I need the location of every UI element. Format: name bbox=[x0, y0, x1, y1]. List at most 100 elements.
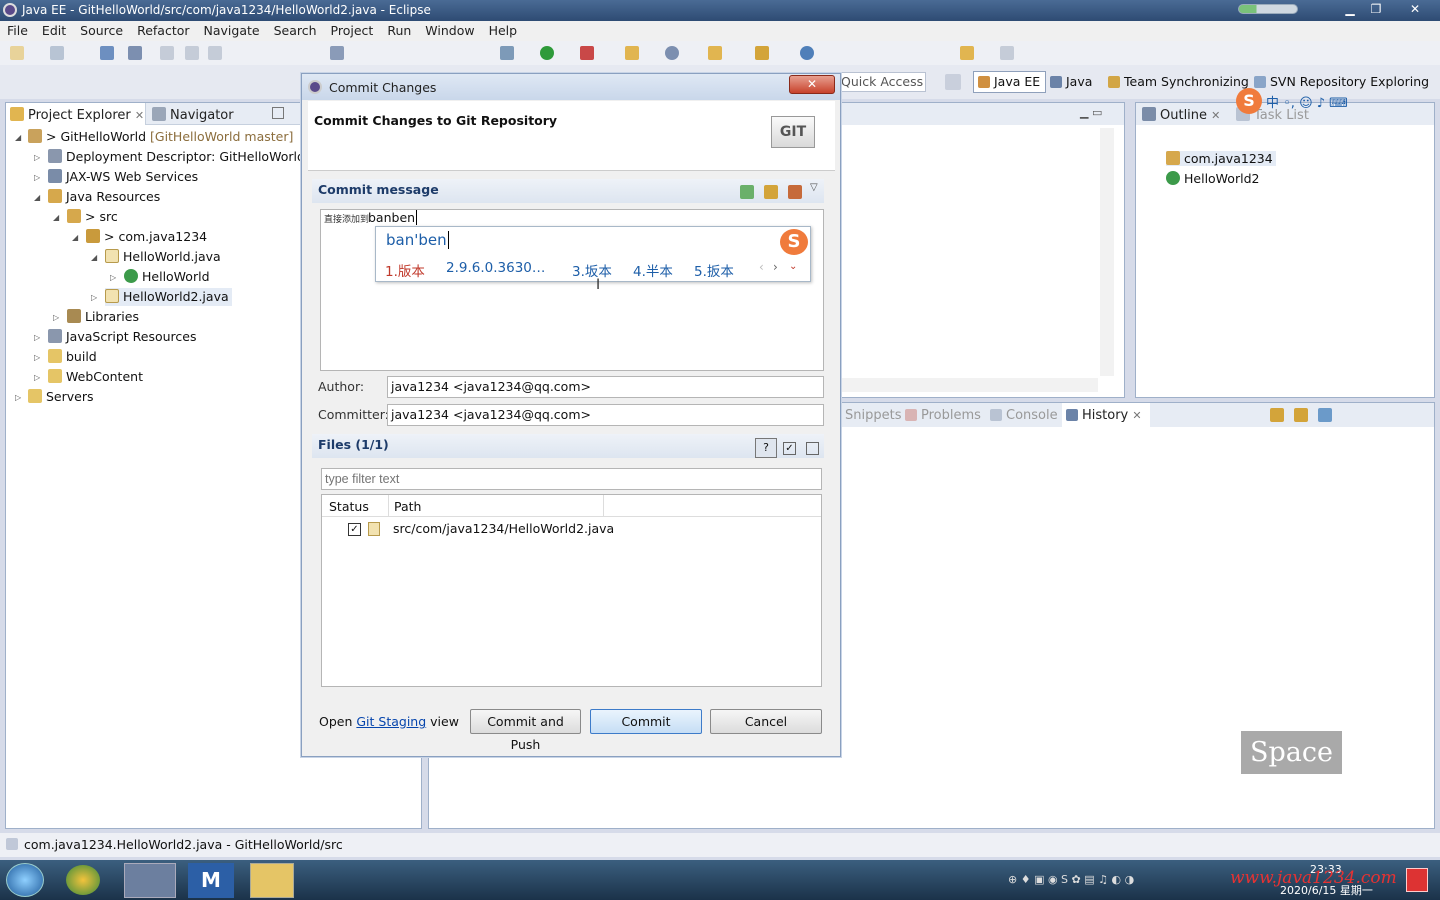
tree-item-project[interactable]: > GitHelloWorld [GitHelloWorld master] bbox=[28, 128, 293, 146]
tree-item-javascript-resources[interactable]: JavaScript Resources bbox=[48, 328, 196, 346]
menu-refactor[interactable]: Refactor bbox=[130, 21, 196, 38]
menu-search[interactable]: Search bbox=[267, 21, 324, 38]
ime-expand-icon[interactable]: ⌄ bbox=[789, 261, 797, 272]
close-tab-icon[interactable]: ✕ bbox=[1211, 109, 1220, 122]
editor-minimize-icon[interactable]: ▁ ▭ bbox=[1080, 106, 1102, 119]
close-tab-icon[interactable]: ✕ bbox=[135, 109, 144, 122]
committer-field[interactable]: java1234 <java1234@qq.com> bbox=[387, 404, 824, 426]
resume-icon[interactable] bbox=[160, 46, 174, 60]
close-tab-icon[interactable]: ✕ bbox=[1132, 409, 1141, 422]
ime-candidate-2[interactable]: 2.9.6.0.3630… bbox=[446, 260, 545, 276]
tree-item-webcontent[interactable]: WebContent bbox=[48, 368, 143, 386]
compare-icon[interactable] bbox=[1294, 408, 1308, 422]
tab-navigator[interactable]: Navigator bbox=[152, 107, 234, 123]
tab-outline[interactable]: Outline ✕ bbox=[1142, 107, 1220, 123]
ime-next-page-icon[interactable]: › bbox=[773, 260, 778, 274]
perspective-team-sync[interactable]: Team Synchronizing bbox=[1108, 74, 1249, 89]
tree-item-build[interactable]: build bbox=[48, 348, 97, 366]
show-untracked-icon[interactable]: ? bbox=[755, 438, 777, 458]
media-app-icon[interactable]: M bbox=[188, 863, 234, 898]
save-icon[interactable] bbox=[50, 46, 64, 60]
system-tray-icons[interactable]: ⊕ ♦ ▣ ◉ S ✿ ▤ ♫ ◐ ◑ bbox=[1008, 873, 1188, 887]
skip-breakpoints-icon[interactable] bbox=[128, 46, 142, 60]
editor-scrollbar[interactable] bbox=[1100, 128, 1114, 376]
file-explorer-icon[interactable] bbox=[250, 863, 294, 898]
eclipse-taskbar-icon[interactable] bbox=[124, 863, 176, 898]
sogou-ime-icon[interactable]: S bbox=[1236, 88, 1262, 114]
perspective-java-ee[interactable]: Java EE bbox=[973, 71, 1046, 93]
tree-item-package[interactable]: > com.java1234 bbox=[86, 228, 207, 246]
column-path[interactable]: Path bbox=[394, 499, 421, 514]
open-type-icon[interactable] bbox=[330, 46, 344, 60]
back-icon[interactable] bbox=[960, 46, 974, 60]
perspective-svn[interactable]: SVN Repository Exploring bbox=[1254, 74, 1429, 89]
link-editor-icon[interactable] bbox=[1270, 408, 1284, 422]
external-tools-icon[interactable] bbox=[580, 46, 594, 60]
outline-item-package[interactable]: com.java1234 bbox=[1166, 151, 1276, 166]
author-field[interactable]: java1234 <java1234@qq.com> bbox=[387, 376, 824, 398]
new-icon[interactable] bbox=[10, 46, 24, 60]
debug-icon[interactable] bbox=[500, 46, 514, 60]
menu-project[interactable]: Project bbox=[324, 21, 381, 38]
menu-window[interactable]: Window bbox=[418, 21, 481, 38]
pin-icon[interactable] bbox=[1318, 408, 1332, 422]
ime-prev-page-icon[interactable]: ‹ bbox=[759, 260, 764, 274]
git-staging-link[interactable]: Git Staging bbox=[356, 714, 426, 729]
tab-problems[interactable]: Problems bbox=[905, 408, 981, 423]
menu-source[interactable]: Source bbox=[73, 21, 130, 38]
deselect-all-icon[interactable] bbox=[806, 442, 819, 455]
section-menu-icon[interactable]: ▽ bbox=[810, 182, 818, 193]
column-status[interactable]: Status bbox=[329, 499, 369, 514]
tree-item-deployment-descriptor[interactable]: Deployment Descriptor: GitHelloWorld bbox=[48, 148, 305, 166]
ime-candidate-5[interactable]: 5.扳本 bbox=[694, 260, 734, 280]
commit-button[interactable]: Commit bbox=[590, 709, 702, 734]
tab-snippets[interactable]: Snippets bbox=[845, 408, 901, 423]
menu-file[interactable]: File bbox=[0, 21, 35, 38]
ime-candidate-4[interactable]: 4.半本 bbox=[633, 260, 673, 280]
quick-access-input[interactable]: Quick Access bbox=[838, 72, 926, 92]
outline-item-class[interactable]: HelloWorld2 bbox=[1166, 171, 1259, 186]
file-path[interactable]: src/com/java1234/HelloWorld2.java bbox=[393, 521, 614, 536]
app-360-icon[interactable] bbox=[66, 865, 100, 895]
start-button-icon[interactable] bbox=[6, 863, 44, 897]
search-tool-icon[interactable] bbox=[755, 46, 769, 60]
menu-navigate[interactable]: Navigate bbox=[197, 21, 267, 38]
terminal-icon[interactable] bbox=[100, 46, 114, 60]
ime-candidate-1[interactable]: 1.版本 bbox=[385, 260, 425, 280]
amend-icon[interactable] bbox=[764, 185, 778, 199]
new-server-icon[interactable] bbox=[625, 46, 639, 60]
tree-item-src[interactable]: > src bbox=[67, 208, 118, 226]
tab-console[interactable]: Console bbox=[990, 408, 1058, 423]
previous-messages-icon[interactable] bbox=[740, 185, 754, 199]
open-folder-icon[interactable] bbox=[708, 46, 722, 60]
tree-item-libraries[interactable]: Libraries bbox=[67, 308, 139, 326]
filter-input[interactable] bbox=[321, 468, 822, 490]
globe-icon[interactable] bbox=[800, 46, 814, 60]
new-java-class-icon[interactable] bbox=[665, 46, 679, 60]
menu-edit[interactable]: Edit bbox=[35, 21, 73, 38]
tree-item-helloworld-java[interactable]: HelloWorld.java bbox=[105, 248, 221, 266]
select-all-icon[interactable]: ✓ bbox=[783, 442, 796, 455]
ime-candidate-3[interactable]: 3.坂本 bbox=[572, 260, 612, 280]
ime-mode-icon[interactable]: 中 ◦, ☺ ♪ ⌨ bbox=[1266, 92, 1348, 111]
open-perspective-icon[interactable] bbox=[945, 74, 961, 90]
tree-item-helloworld-class[interactable]: HelloWorld bbox=[124, 268, 210, 286]
perspective-java[interactable]: Java bbox=[1050, 74, 1092, 89]
signoff-icon[interactable] bbox=[788, 185, 802, 199]
minimize-panel-icon[interactable] bbox=[272, 107, 284, 119]
file-checkbox[interactable]: ✓ bbox=[348, 523, 361, 536]
minimize-button[interactable]: ▁ bbox=[1337, 1, 1363, 17]
cancel-button[interactable]: Cancel bbox=[710, 709, 822, 734]
suspend-icon[interactable] bbox=[185, 46, 199, 60]
menu-run[interactable]: Run bbox=[380, 21, 418, 38]
notification-icon[interactable] bbox=[1406, 868, 1428, 892]
dialog-close-button[interactable]: ✕ bbox=[789, 75, 835, 94]
commit-and-push-button[interactable]: Commit and Push bbox=[470, 709, 581, 752]
tree-item-servers[interactable]: Servers bbox=[28, 388, 94, 406]
terminate-icon[interactable] bbox=[208, 46, 222, 60]
tree-item-jaxws[interactable]: JAX-WS Web Services bbox=[48, 168, 198, 186]
editor-h-scrollbar[interactable] bbox=[841, 378, 1098, 392]
maximize-button[interactable]: ❐ bbox=[1363, 1, 1389, 17]
close-window-button[interactable]: ✕ bbox=[1400, 1, 1430, 17]
run-icon[interactable] bbox=[540, 46, 554, 60]
